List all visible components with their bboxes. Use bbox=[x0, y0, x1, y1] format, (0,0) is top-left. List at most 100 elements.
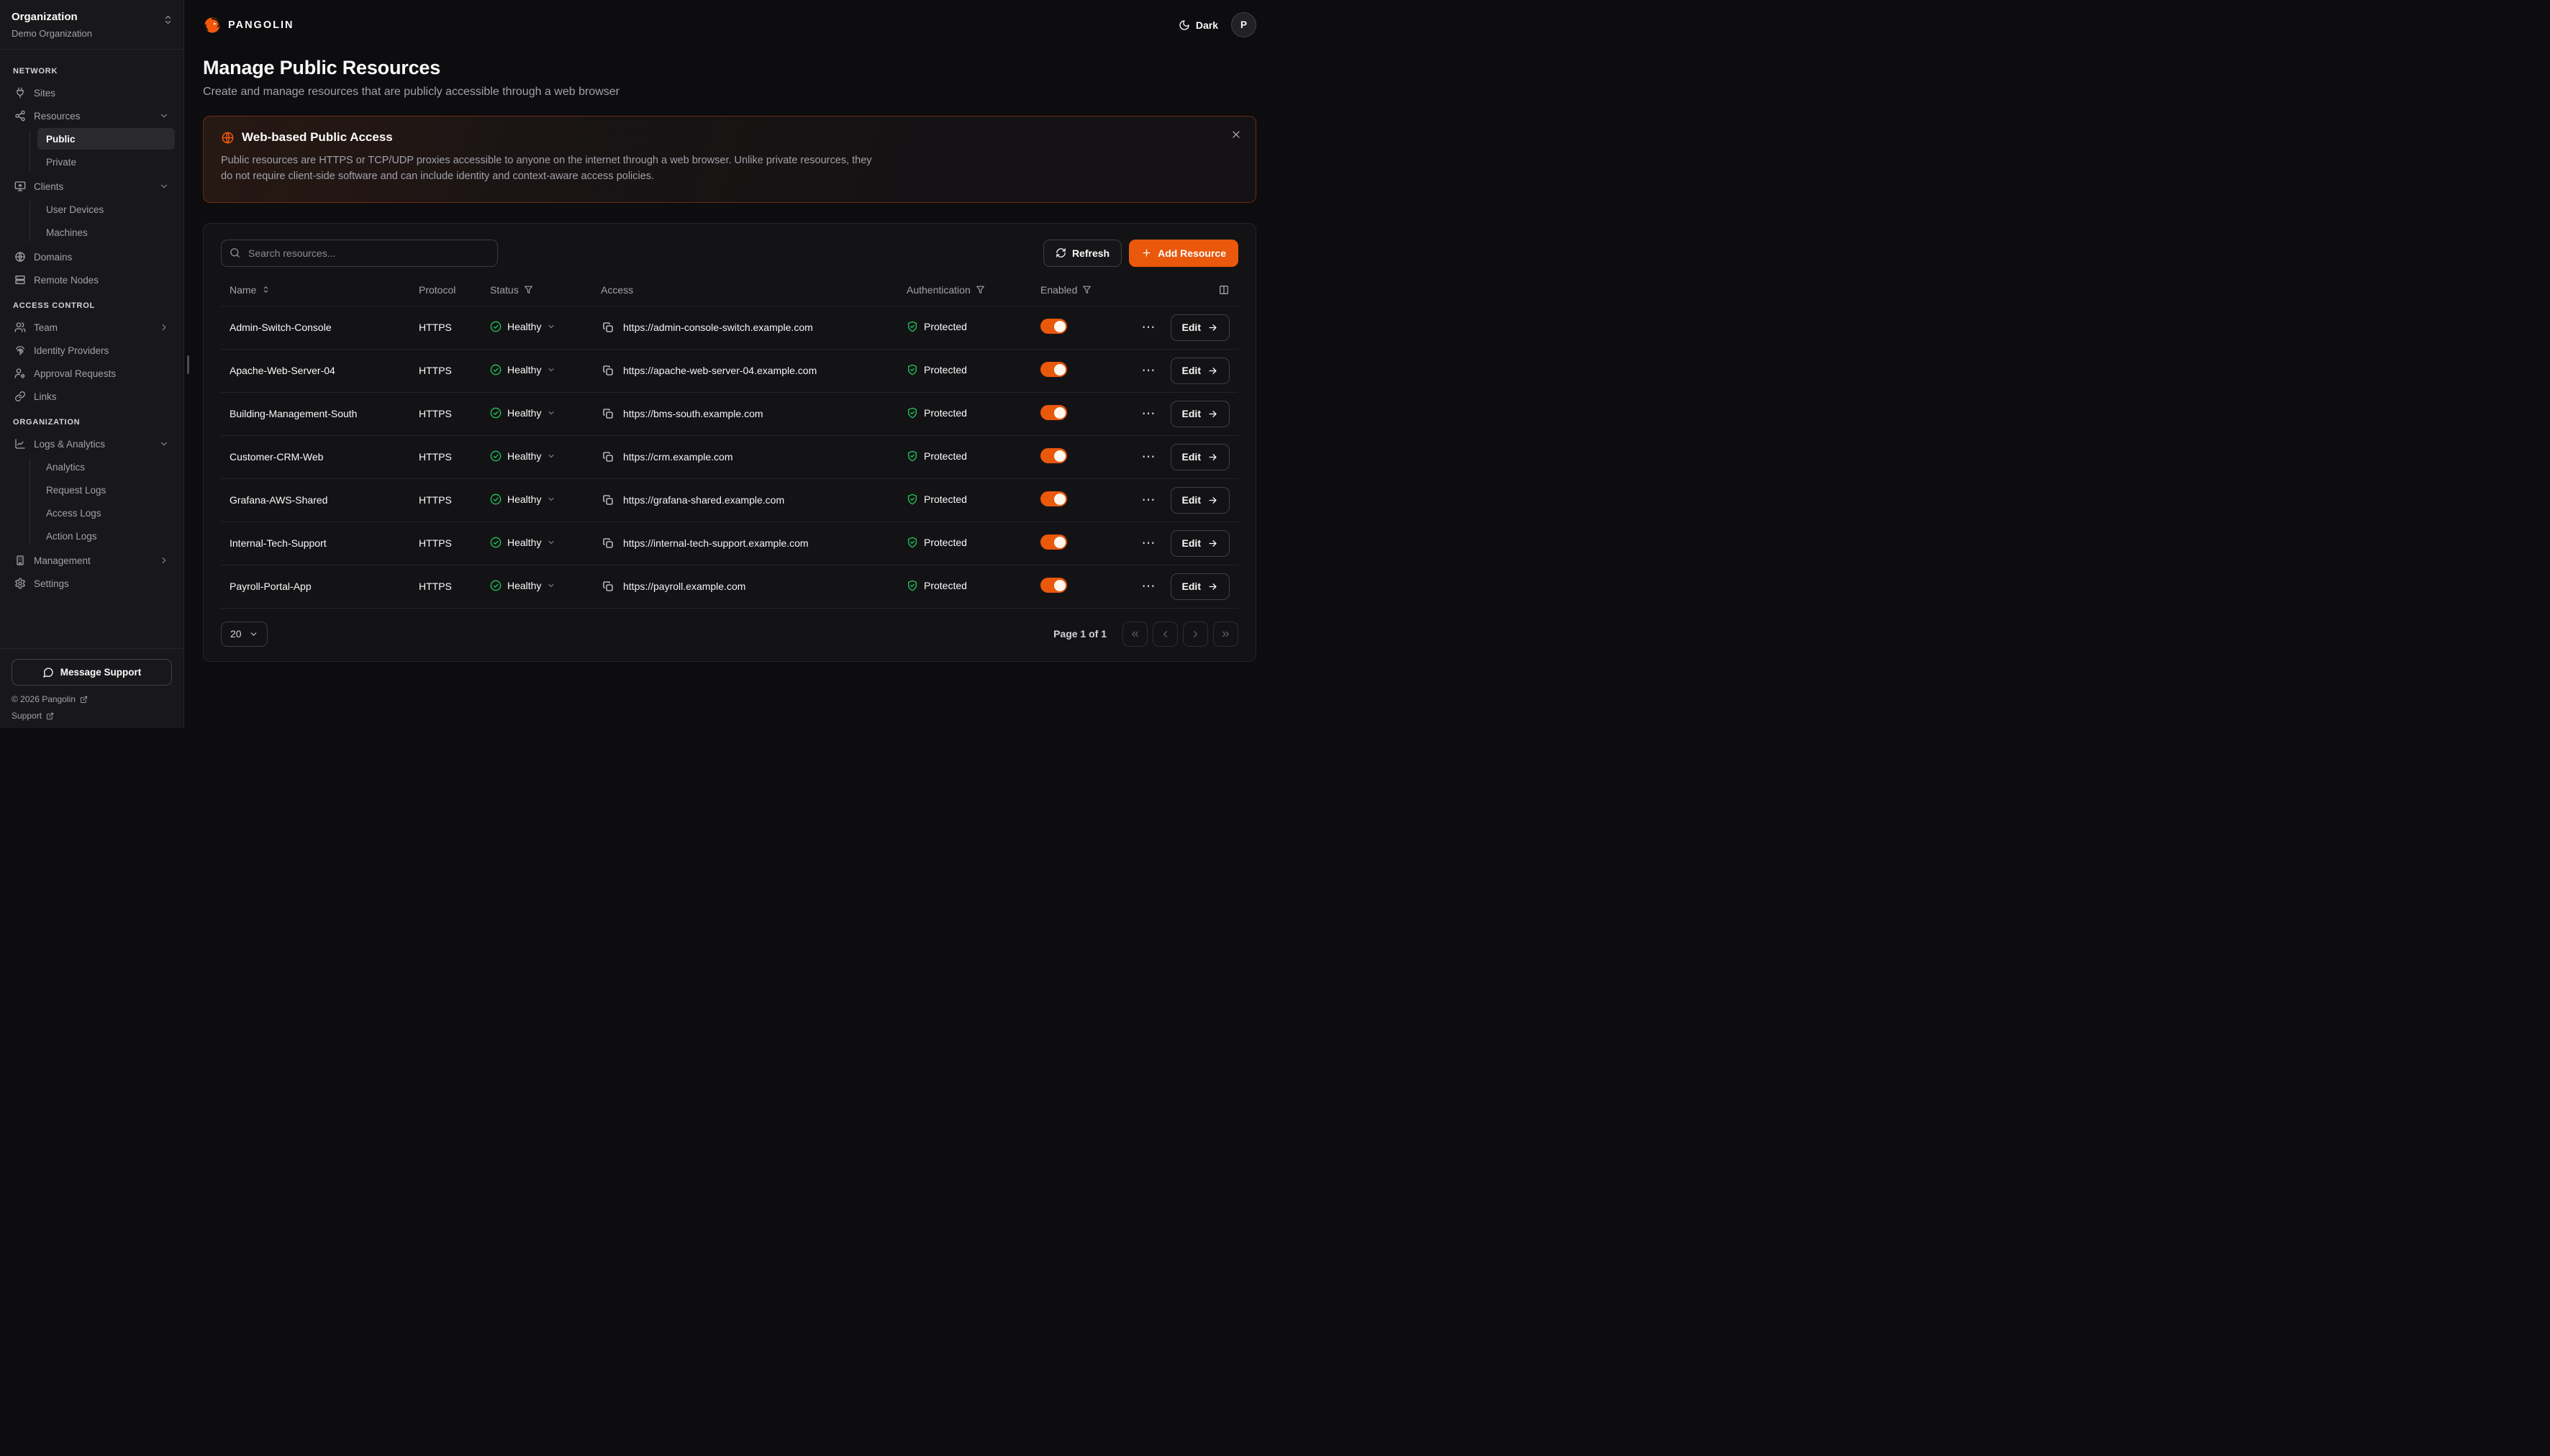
row-menu-button[interactable]: ⋯ bbox=[1139, 319, 1159, 336]
next-page-button[interactable] bbox=[1183, 622, 1208, 647]
row-menu-button[interactable]: ⋯ bbox=[1139, 492, 1159, 509]
edit-button[interactable]: Edit bbox=[1171, 314, 1230, 341]
clients-subitems: User Devices Machines bbox=[9, 198, 175, 245]
edit-button[interactable]: Edit bbox=[1171, 487, 1230, 514]
row-menu-button[interactable]: ⋯ bbox=[1139, 449, 1159, 465]
status-dropdown[interactable]: Healthy bbox=[490, 450, 555, 462]
sidebar-item-request-logs[interactable]: Request Logs bbox=[37, 479, 175, 501]
enabled-toggle[interactable] bbox=[1040, 491, 1067, 506]
column-visibility-button[interactable] bbox=[1218, 284, 1230, 296]
sort-icon bbox=[261, 285, 271, 294]
status-dropdown[interactable]: Healthy bbox=[490, 493, 555, 505]
sidebar-item-resources[interactable]: Resources bbox=[9, 104, 175, 127]
copy-icon[interactable] bbox=[601, 363, 615, 378]
first-page-button[interactable] bbox=[1122, 622, 1148, 647]
row-menu-button[interactable]: ⋯ bbox=[1139, 578, 1159, 595]
check-circle-icon bbox=[490, 493, 502, 505]
banner-title: Web-based Public Access bbox=[242, 130, 393, 145]
row-menu-button[interactable]: ⋯ bbox=[1139, 406, 1159, 422]
support-link[interactable]: Support bbox=[12, 711, 172, 721]
fingerprint-icon bbox=[14, 345, 26, 356]
sidebar-item-team[interactable]: Team bbox=[9, 316, 175, 339]
sidebar-item-public[interactable]: Public bbox=[37, 128, 175, 150]
org-switcher-value: Demo Organization bbox=[12, 28, 172, 39]
brand-logo[interactable]: PANGOLIN bbox=[203, 16, 294, 35]
message-support-button[interactable]: Message Support bbox=[12, 659, 172, 686]
banner-header: Web-based Public Access bbox=[221, 130, 1238, 145]
last-page-button[interactable] bbox=[1213, 622, 1238, 647]
close-icon[interactable] bbox=[1228, 126, 1245, 145]
filter-icon bbox=[1082, 285, 1092, 294]
sidebar-item-logs-analytics[interactable]: Logs & Analytics bbox=[9, 432, 175, 455]
sidebar-item-sites[interactable]: Sites bbox=[9, 81, 175, 104]
sidebar-item-management[interactable]: Management bbox=[9, 549, 175, 572]
sidebar-item-user-devices[interactable]: User Devices bbox=[37, 199, 175, 220]
add-resource-button[interactable]: Add Resource bbox=[1129, 240, 1238, 267]
resources-subitems: Public Private bbox=[9, 127, 175, 175]
page-size-select[interactable]: 20 bbox=[221, 622, 268, 647]
sidebar-item-links[interactable]: Links bbox=[9, 385, 175, 408]
theme-toggle-button[interactable]: Dark bbox=[1179, 19, 1218, 31]
sidebar-item-action-logs[interactable]: Action Logs bbox=[37, 525, 175, 547]
copy-icon[interactable] bbox=[601, 579, 615, 593]
sidebar-item-identity-providers[interactable]: Identity Providers bbox=[9, 339, 175, 362]
column-header-enabled[interactable]: Enabled bbox=[1040, 284, 1092, 296]
sidebar-item-remote-nodes[interactable]: Remote Nodes bbox=[9, 268, 175, 291]
sidebar-item-clients[interactable]: Clients bbox=[9, 175, 175, 198]
column-header-authentication[interactable]: Authentication bbox=[907, 284, 985, 296]
sidebar-item-access-logs[interactable]: Access Logs bbox=[37, 502, 175, 524]
previous-page-button[interactable] bbox=[1153, 622, 1178, 647]
enabled-toggle[interactable] bbox=[1040, 534, 1067, 550]
enabled-toggle[interactable] bbox=[1040, 362, 1067, 377]
copy-icon[interactable] bbox=[601, 536, 615, 550]
external-link-icon bbox=[80, 696, 88, 704]
sidebar-item-private[interactable]: Private bbox=[37, 151, 175, 173]
sidebar-item-analytics[interactable]: Analytics bbox=[37, 456, 175, 478]
edit-button[interactable]: Edit bbox=[1171, 444, 1230, 470]
arrow-right-icon bbox=[1207, 495, 1218, 506]
copy-icon[interactable] bbox=[601, 406, 615, 421]
banner-body: Public resources are HTTPS or TCP/UDP pr… bbox=[221, 153, 872, 185]
sidebar-nav: NETWORK Sites Resources Public Private C… bbox=[0, 50, 183, 648]
sidebar-footer: Message Support © 2026 Pangolin Support bbox=[0, 648, 183, 728]
copyright-link[interactable]: © 2026 Pangolin bbox=[12, 694, 172, 704]
chevron-down-icon bbox=[159, 111, 169, 121]
toolbar-actions: Refresh Add Resource bbox=[1043, 240, 1238, 267]
edit-button[interactable]: Edit bbox=[1171, 358, 1230, 384]
edit-button[interactable]: Edit bbox=[1171, 573, 1230, 600]
copy-icon[interactable] bbox=[601, 320, 615, 335]
column-header-status[interactable]: Status bbox=[490, 284, 533, 296]
sidebar-item-settings[interactable]: Settings bbox=[9, 572, 175, 595]
status-dropdown[interactable]: Healthy bbox=[490, 407, 555, 419]
copy-icon[interactable] bbox=[601, 450, 615, 464]
status-dropdown[interactable]: Healthy bbox=[490, 321, 555, 332]
sidebar-item-approval-requests[interactable]: Approval Requests bbox=[9, 362, 175, 385]
user-cog-icon bbox=[14, 368, 26, 379]
status-dropdown[interactable]: Healthy bbox=[490, 364, 555, 376]
org-switcher[interactable]: Organization Demo Organization bbox=[0, 0, 183, 50]
status-dropdown[interactable]: Healthy bbox=[490, 580, 555, 591]
chevrons-up-down-icon bbox=[163, 14, 173, 25]
column-header-access: Access bbox=[601, 284, 633, 296]
row-menu-button[interactable]: ⋯ bbox=[1139, 535, 1159, 552]
search-input[interactable] bbox=[221, 240, 498, 267]
chart-line-icon bbox=[14, 438, 26, 450]
arrow-right-icon bbox=[1207, 452, 1218, 463]
waypoints-icon bbox=[14, 110, 26, 122]
status-dropdown[interactable]: Healthy bbox=[490, 537, 555, 548]
refresh-button[interactable]: Refresh bbox=[1043, 240, 1122, 267]
edit-button[interactable]: Edit bbox=[1171, 401, 1230, 427]
enabled-toggle[interactable] bbox=[1040, 319, 1067, 334]
copy-icon[interactable] bbox=[601, 493, 615, 507]
column-header-name[interactable]: Name bbox=[230, 284, 271, 296]
enabled-toggle[interactable] bbox=[1040, 405, 1067, 420]
shield-check-icon bbox=[907, 450, 918, 462]
edit-button[interactable]: Edit bbox=[1171, 530, 1230, 557]
avatar[interactable]: P bbox=[1231, 12, 1256, 37]
enabled-toggle[interactable] bbox=[1040, 578, 1067, 593]
sidebar-item-domains[interactable]: Domains bbox=[9, 245, 175, 268]
row-menu-button[interactable]: ⋯ bbox=[1139, 363, 1159, 379]
info-banner: Web-based Public Access Public resources… bbox=[203, 116, 1256, 203]
sidebar-item-machines[interactable]: Machines bbox=[37, 222, 175, 243]
enabled-toggle[interactable] bbox=[1040, 448, 1067, 463]
